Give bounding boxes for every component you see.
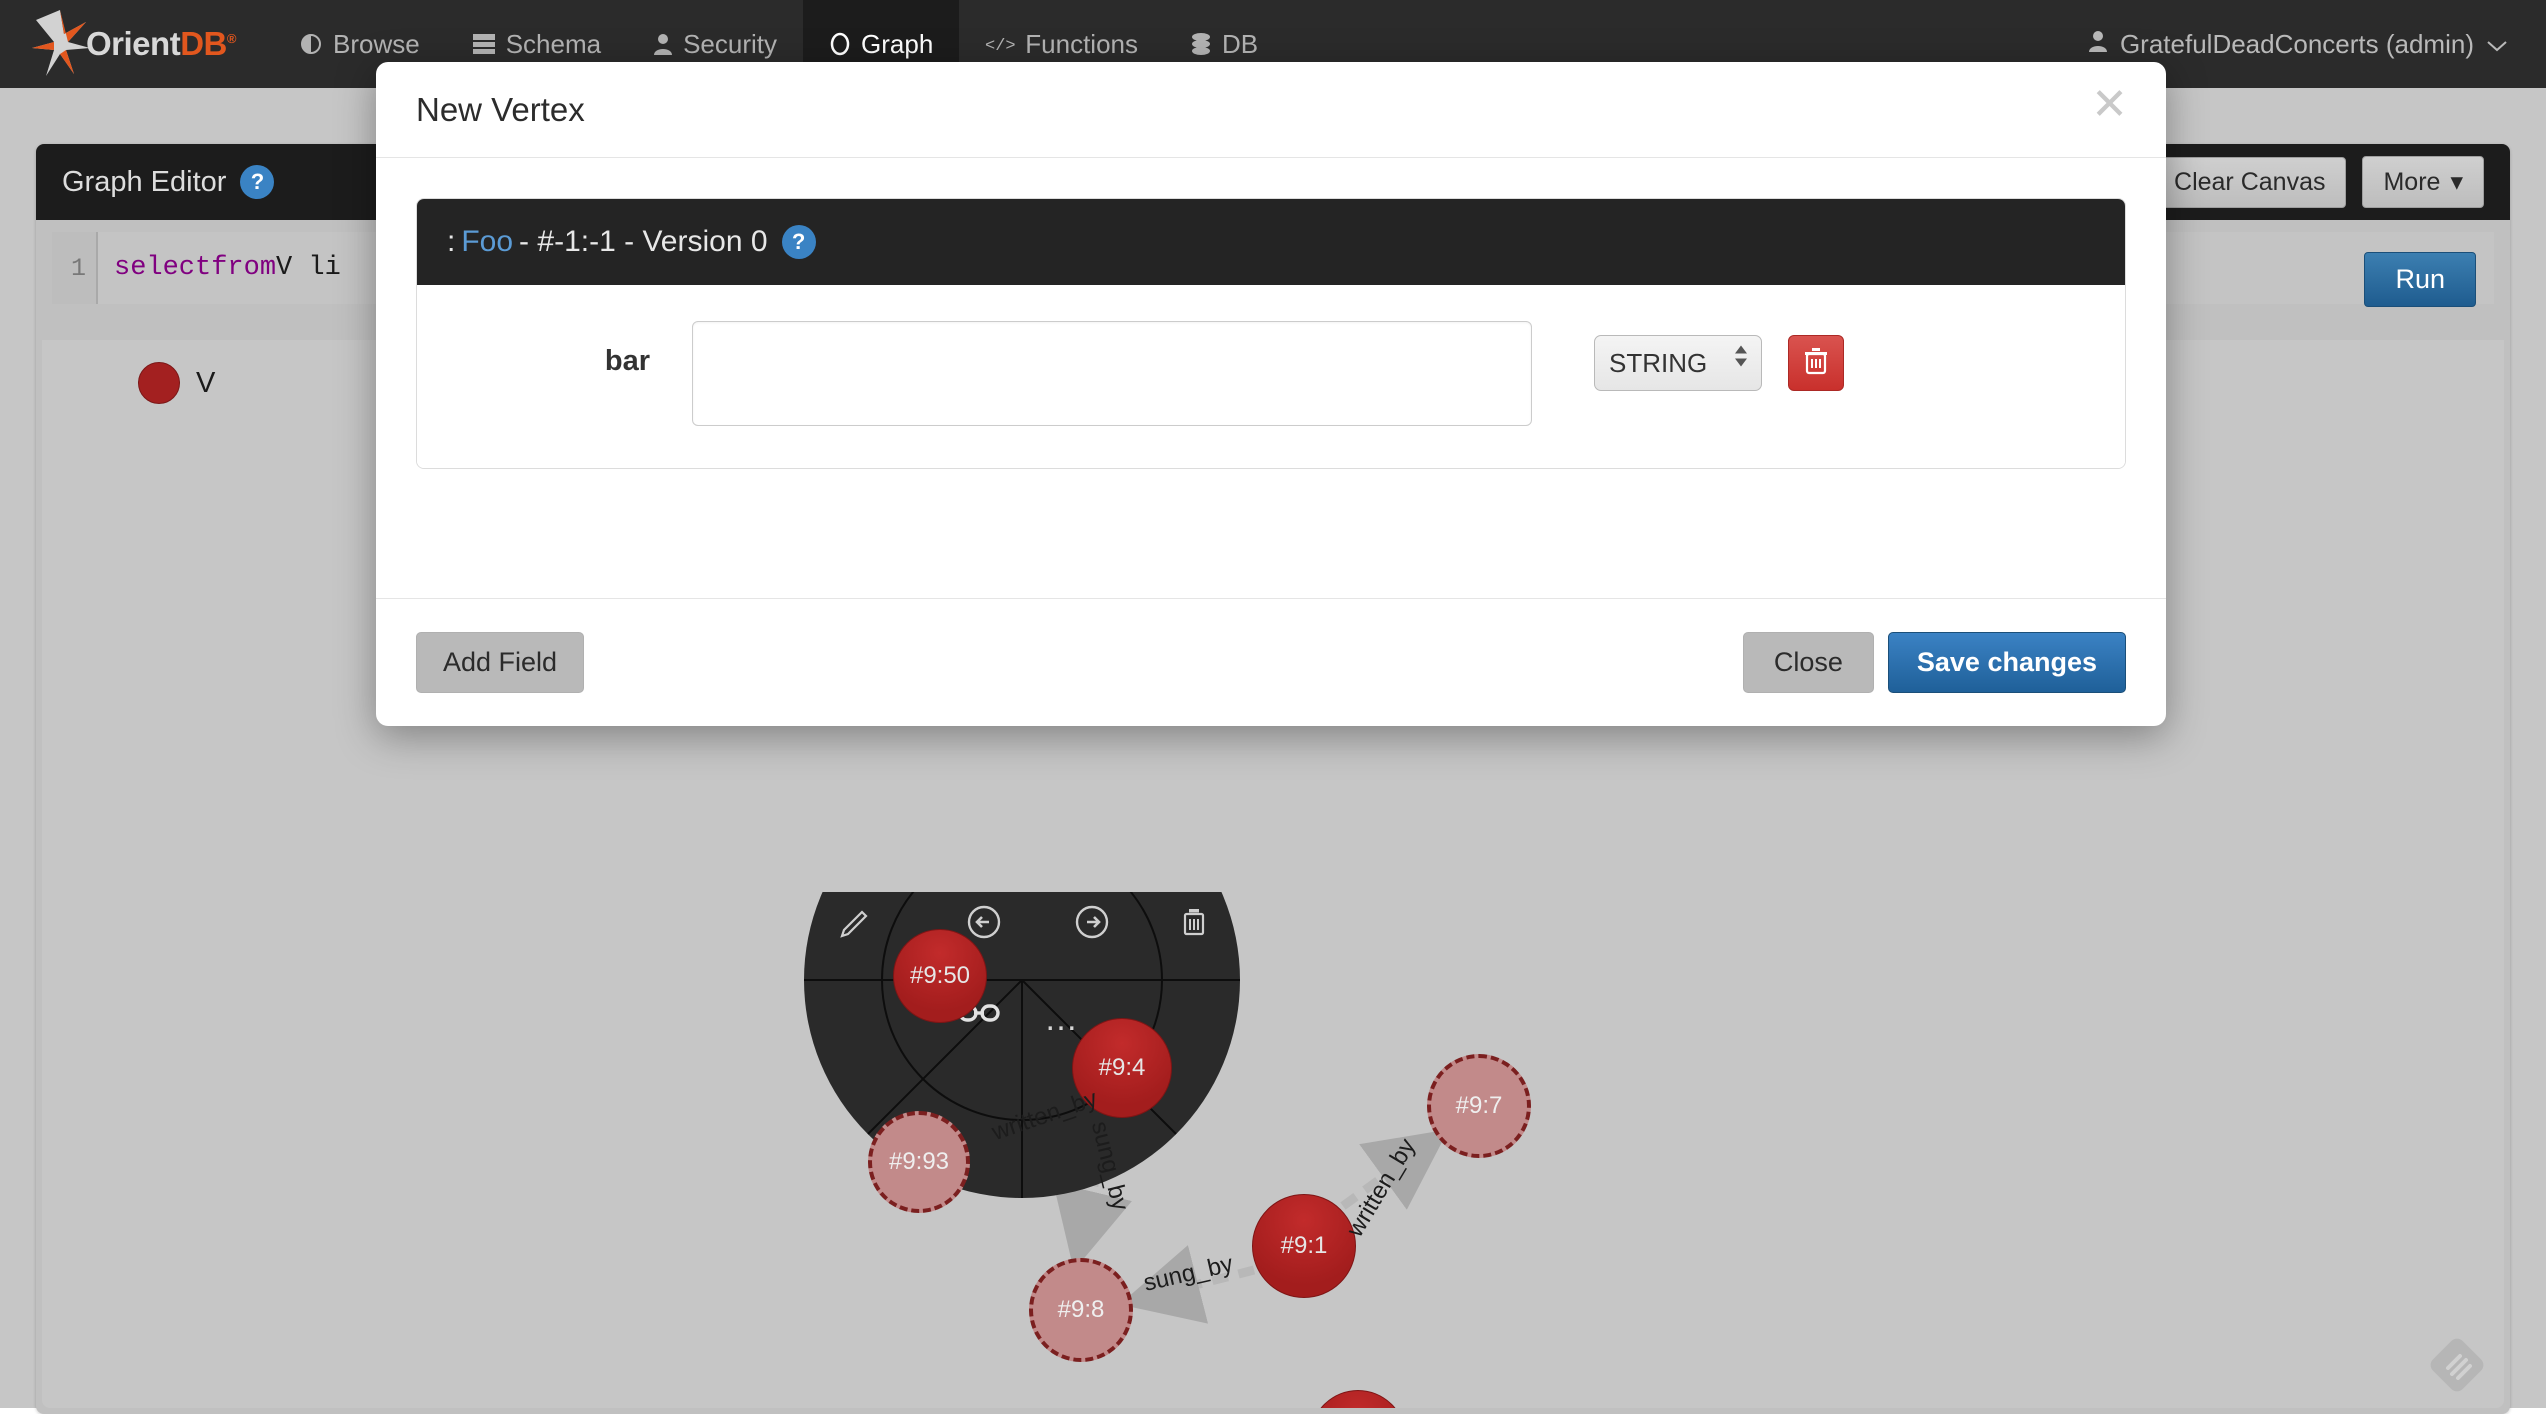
field-value-input[interactable] — [692, 321, 1532, 426]
edit-icon[interactable] — [838, 908, 872, 947]
graph-node-9-7[interactable]: #9:7 — [1427, 1054, 1531, 1158]
record-class-name: Foo — [461, 225, 514, 258]
graph-node-label: #9:4 — [1098, 1054, 1146, 1081]
graph-node-label: #9:8 — [1057, 1296, 1105, 1323]
arrow-right-icon[interactable] — [1072, 902, 1112, 947]
user-shield-icon — [653, 32, 673, 56]
run-button-wrap: Run — [2364, 252, 2476, 307]
close-icon[interactable]: ✕ — [2085, 82, 2134, 128]
resize-handle-icon[interactable] — [2428, 1336, 2486, 1394]
modal-header: New Vertex ✕ — [376, 62, 2166, 158]
nav-item-db-label: DB — [1222, 28, 1259, 59]
more-button[interactable]: More ▾ — [2362, 156, 2484, 208]
graph-node-9-8[interactable]: #9:8 — [1029, 1258, 1133, 1362]
graph-node-label: #9:1 — [1280, 1232, 1328, 1259]
graph-node-9-50[interactable]: #9:50 — [893, 929, 987, 1023]
record-header: : Foo - #-1:-1 - Version 0 ? — [417, 199, 2125, 285]
close-button[interactable]: Close — [1742, 632, 1874, 693]
brand-logo[interactable]: OrientDB® — [0, 0, 236, 88]
help-icon[interactable]: ? — [240, 165, 275, 199]
query-keyword-from: from — [211, 253, 277, 283]
field-type-select[interactable]: STRING — [1594, 335, 1762, 391]
nav-item-graph-label: Graph — [861, 28, 934, 59]
user-icon — [2088, 29, 2108, 60]
record-dash-1: - — [519, 225, 530, 258]
circle-icon — [829, 32, 851, 56]
modal-body: : Foo - #-1:-1 - Version 0 ? bar STRING — [376, 158, 2166, 598]
record-version: Version 0 — [642, 225, 768, 258]
caret-down-icon: ▾ — [2450, 168, 2463, 196]
nav-item-functions-label: Functions — [1025, 28, 1139, 59]
trash-icon — [1802, 347, 1830, 380]
nav-item-schema-label: Schema — [505, 28, 602, 59]
modal-title: New Vertex — [416, 90, 585, 128]
graph-node-label: #9:93 — [888, 1148, 950, 1175]
nav-item-security-label: Security — [683, 28, 778, 59]
page-title: Graph Editor — [62, 165, 227, 198]
user-menu-label: GratefulDeadConcerts (admin) — [2119, 28, 2474, 59]
record-help-icon[interactable]: ? — [781, 225, 816, 259]
brand-text: OrientDB® — [86, 25, 236, 63]
orientdb-star-icon — [30, 8, 92, 80]
run-button[interactable]: Run — [2364, 252, 2476, 307]
svg-text:</>: </> — [985, 37, 1015, 54]
query-rest: V li — [276, 253, 341, 283]
graph-node-label: #9:7 — [1455, 1092, 1503, 1119]
more-icon[interactable]: … — [1044, 1002, 1081, 1036]
modal-footer: Add Field Close Save changes — [376, 598, 2166, 726]
code-icon: </> — [985, 34, 1015, 54]
brand-text-part1: Orient — [86, 25, 181, 62]
graph-node-9-1[interactable]: #9:1 — [1252, 1194, 1356, 1298]
record-rid: #-1:-1 — [537, 225, 616, 258]
graph-node-label: #9:50 — [909, 962, 971, 989]
brand-registered: ® — [226, 31, 237, 46]
save-changes-button[interactable]: Save changes — [1887, 632, 2126, 693]
record-editor: : Foo - #-1:-1 - Version 0 ? bar STRING — [416, 198, 2126, 469]
line-number: 1 — [52, 232, 98, 304]
brand-text-part2: DB — [180, 25, 227, 62]
field-label-bar: bar — [604, 345, 650, 377]
new-vertex-modal: New Vertex ✕ : Foo - #-1:-1 - Version 0 … — [376, 62, 2166, 726]
more-label: More — [2383, 167, 2441, 196]
schema-icon — [472, 33, 496, 55]
record-prefix: : — [447, 225, 456, 258]
delete-field-button[interactable] — [1788, 335, 1844, 391]
database-icon — [1190, 32, 1212, 56]
field-type-wrap: STRING — [1532, 321, 1762, 391]
graph-node-9-93[interactable]: #9:93 — [868, 1111, 970, 1213]
query-keyword-select: select — [114, 253, 212, 283]
field-row: bar STRING — [417, 285, 2125, 468]
delete-icon[interactable] — [1178, 906, 1210, 945]
record-dash-2: - — [624, 225, 635, 258]
chevron-down-icon — [2486, 29, 2508, 60]
graph-editor-actions: Clear Canvas More ▾ — [2123, 156, 2484, 208]
eye-icon — [299, 32, 323, 56]
add-field-button[interactable]: Add Field — [416, 632, 585, 693]
nav-item-browse-label: Browse — [333, 28, 420, 59]
modal-footer-actions: Close Save changes — [1742, 632, 2126, 693]
user-menu[interactable]: GratefulDeadConcerts (admin) — [2088, 29, 2508, 60]
clear-canvas-label: Clear Canvas — [2174, 167, 2326, 196]
